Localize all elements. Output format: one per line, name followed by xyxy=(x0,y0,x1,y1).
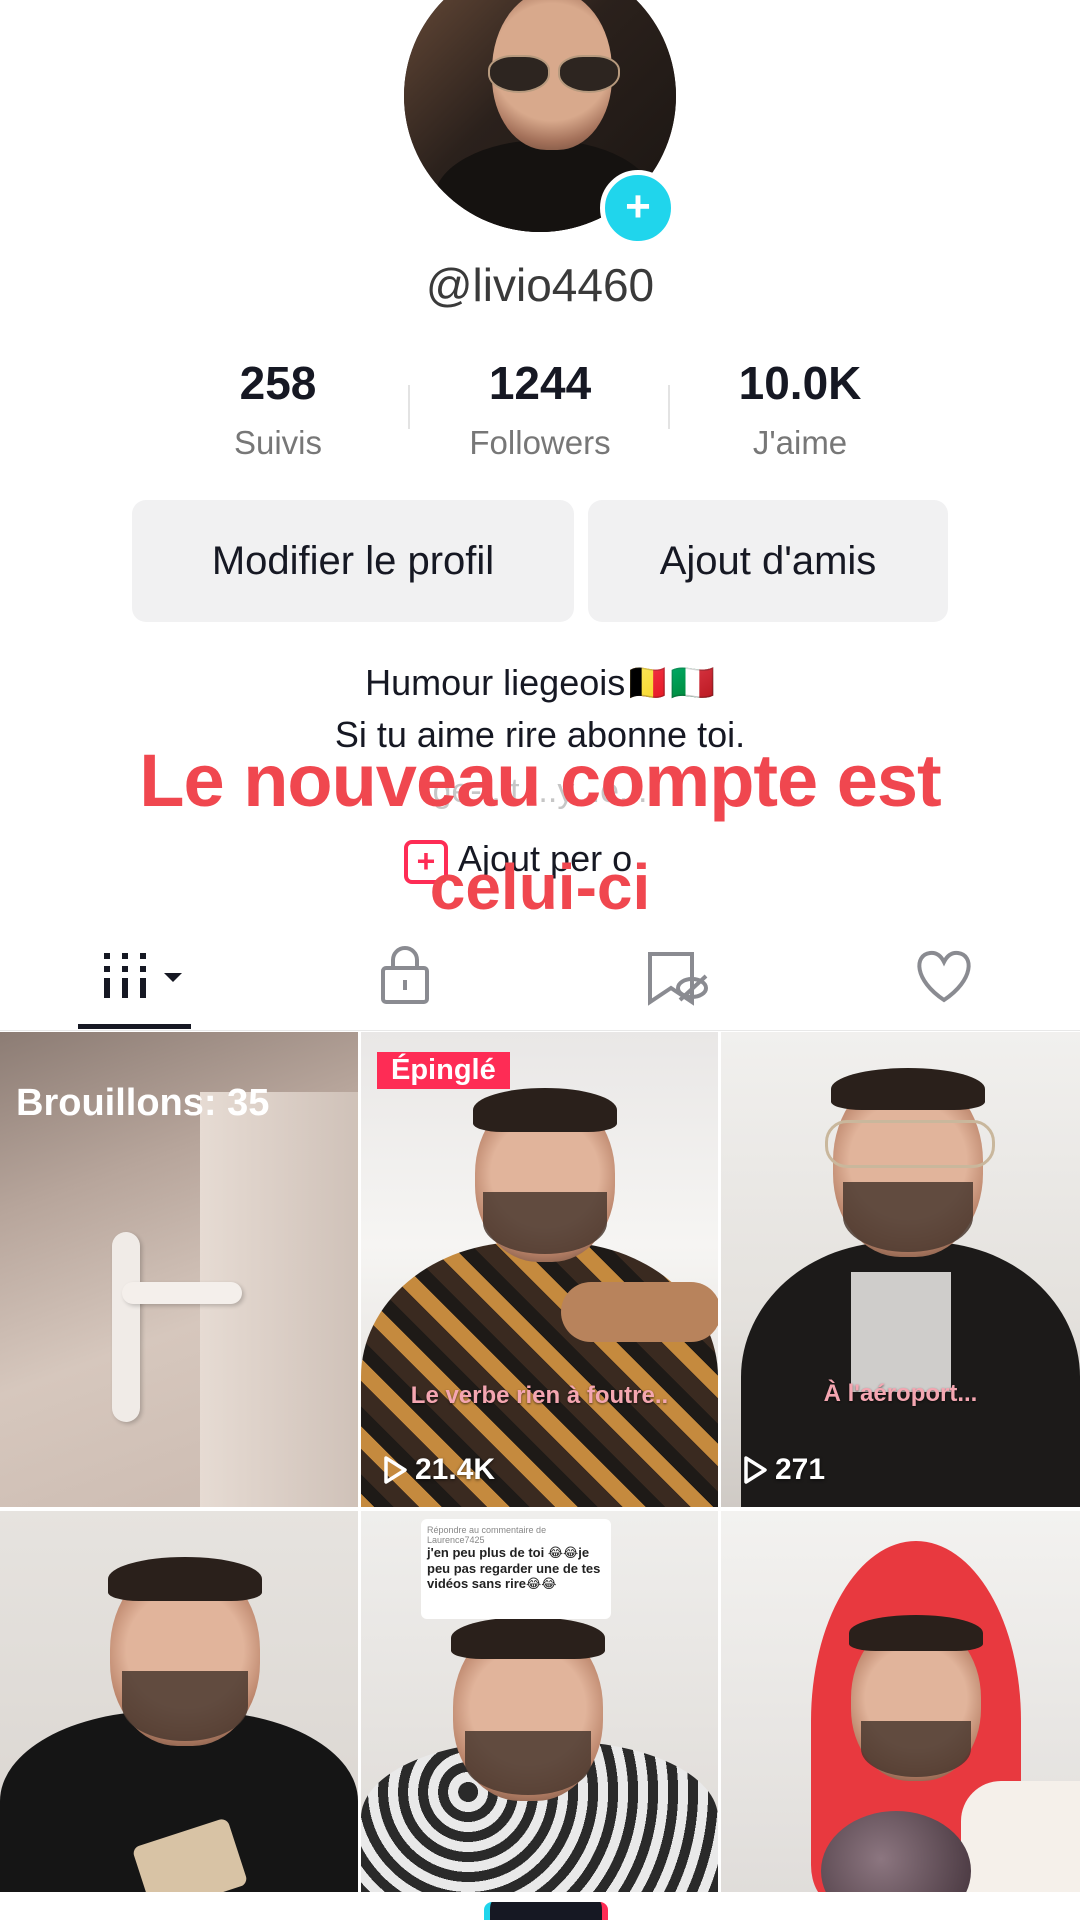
stat-label: Suivis xyxy=(233,424,323,461)
view-count: 271 xyxy=(741,1453,825,1487)
create-button[interactable] xyxy=(484,1902,608,1920)
play-icon xyxy=(744,1456,767,1484)
username: @livio4460 xyxy=(425,259,655,311)
divider xyxy=(408,385,410,429)
shirt xyxy=(851,1272,951,1392)
add-friends-button[interactable]: Ajout d'amis xyxy=(588,500,948,622)
stat-followers[interactable]: 1244 Followers xyxy=(420,356,660,462)
divider xyxy=(668,385,670,429)
arm xyxy=(561,1282,718,1342)
stat-value: 1244 xyxy=(488,357,592,409)
video-tile[interactable]: Épinglé Le verbe rien à foutre.. 21.4K xyxy=(361,1032,718,1507)
video-tile[interactable] xyxy=(721,1511,1080,1892)
pinned-badge: Épinglé xyxy=(377,1052,510,1089)
comment-reply-sticker: Répondre au commentaire de Laurence7425 … xyxy=(421,1519,611,1619)
tab-indicator xyxy=(78,1024,191,1029)
door-handle xyxy=(112,1232,140,1422)
overlay-text: Le nouveau compte est xyxy=(139,739,941,822)
video-tile[interactable] xyxy=(0,1511,358,1892)
play-icon xyxy=(384,1456,407,1484)
comment-header: Répondre au commentaire de Laurence7425 xyxy=(427,1525,547,1545)
view-count-value: 21.4K xyxy=(415,1453,496,1486)
tab-videos[interactable] xyxy=(76,940,196,1010)
overlay-text: celui-ci xyxy=(429,851,651,923)
drafts-label: Brouillons: 35 xyxy=(16,1082,270,1124)
draft-tile[interactable]: Brouillons: 35 xyxy=(0,1032,358,1507)
tab-saved[interactable] xyxy=(616,940,736,1010)
bio-line: Humour liegeois🇧🇪🇮🇹 xyxy=(365,662,715,703)
add-avatar-icon[interactable]: + xyxy=(600,170,676,246)
tab-liked[interactable] xyxy=(884,940,1004,1010)
video-caption: À l'aéroport... xyxy=(823,1380,978,1407)
video-tile[interactable]: À l'aéroport... 271 xyxy=(721,1032,1080,1507)
lock-icon xyxy=(381,946,429,1004)
view-count-value: 271 xyxy=(775,1453,826,1486)
comment-text: j'en peu plus de toi 😂😂je peu pas regard… xyxy=(427,1545,601,1591)
video-tile[interactable]: Répondre au commentaire de Laurence7425 … xyxy=(361,1511,718,1892)
stat-value: 258 xyxy=(239,357,317,409)
stat-label: J'aime xyxy=(752,424,848,461)
view-count: 21.4K xyxy=(381,1453,495,1487)
stat-value: 10.0K xyxy=(738,357,862,409)
blanket xyxy=(961,1781,1080,1892)
tab-private[interactable] xyxy=(345,940,465,1010)
stat-likes[interactable]: 10.0K J'aime xyxy=(680,356,920,462)
heart-icon xyxy=(917,950,971,1003)
divider xyxy=(0,1030,1080,1031)
edit-profile-button[interactable]: Modifier le profil xyxy=(132,500,574,622)
stat-following[interactable]: 258 Suivis xyxy=(158,356,398,462)
stat-label: Followers xyxy=(469,424,611,461)
bookmark-hidden-icon xyxy=(648,952,708,1006)
grid-icon xyxy=(104,953,182,998)
video-caption: Le verbe rien à foutre.. xyxy=(410,1382,669,1409)
door-handle xyxy=(122,1282,242,1304)
glasses xyxy=(825,1120,995,1168)
